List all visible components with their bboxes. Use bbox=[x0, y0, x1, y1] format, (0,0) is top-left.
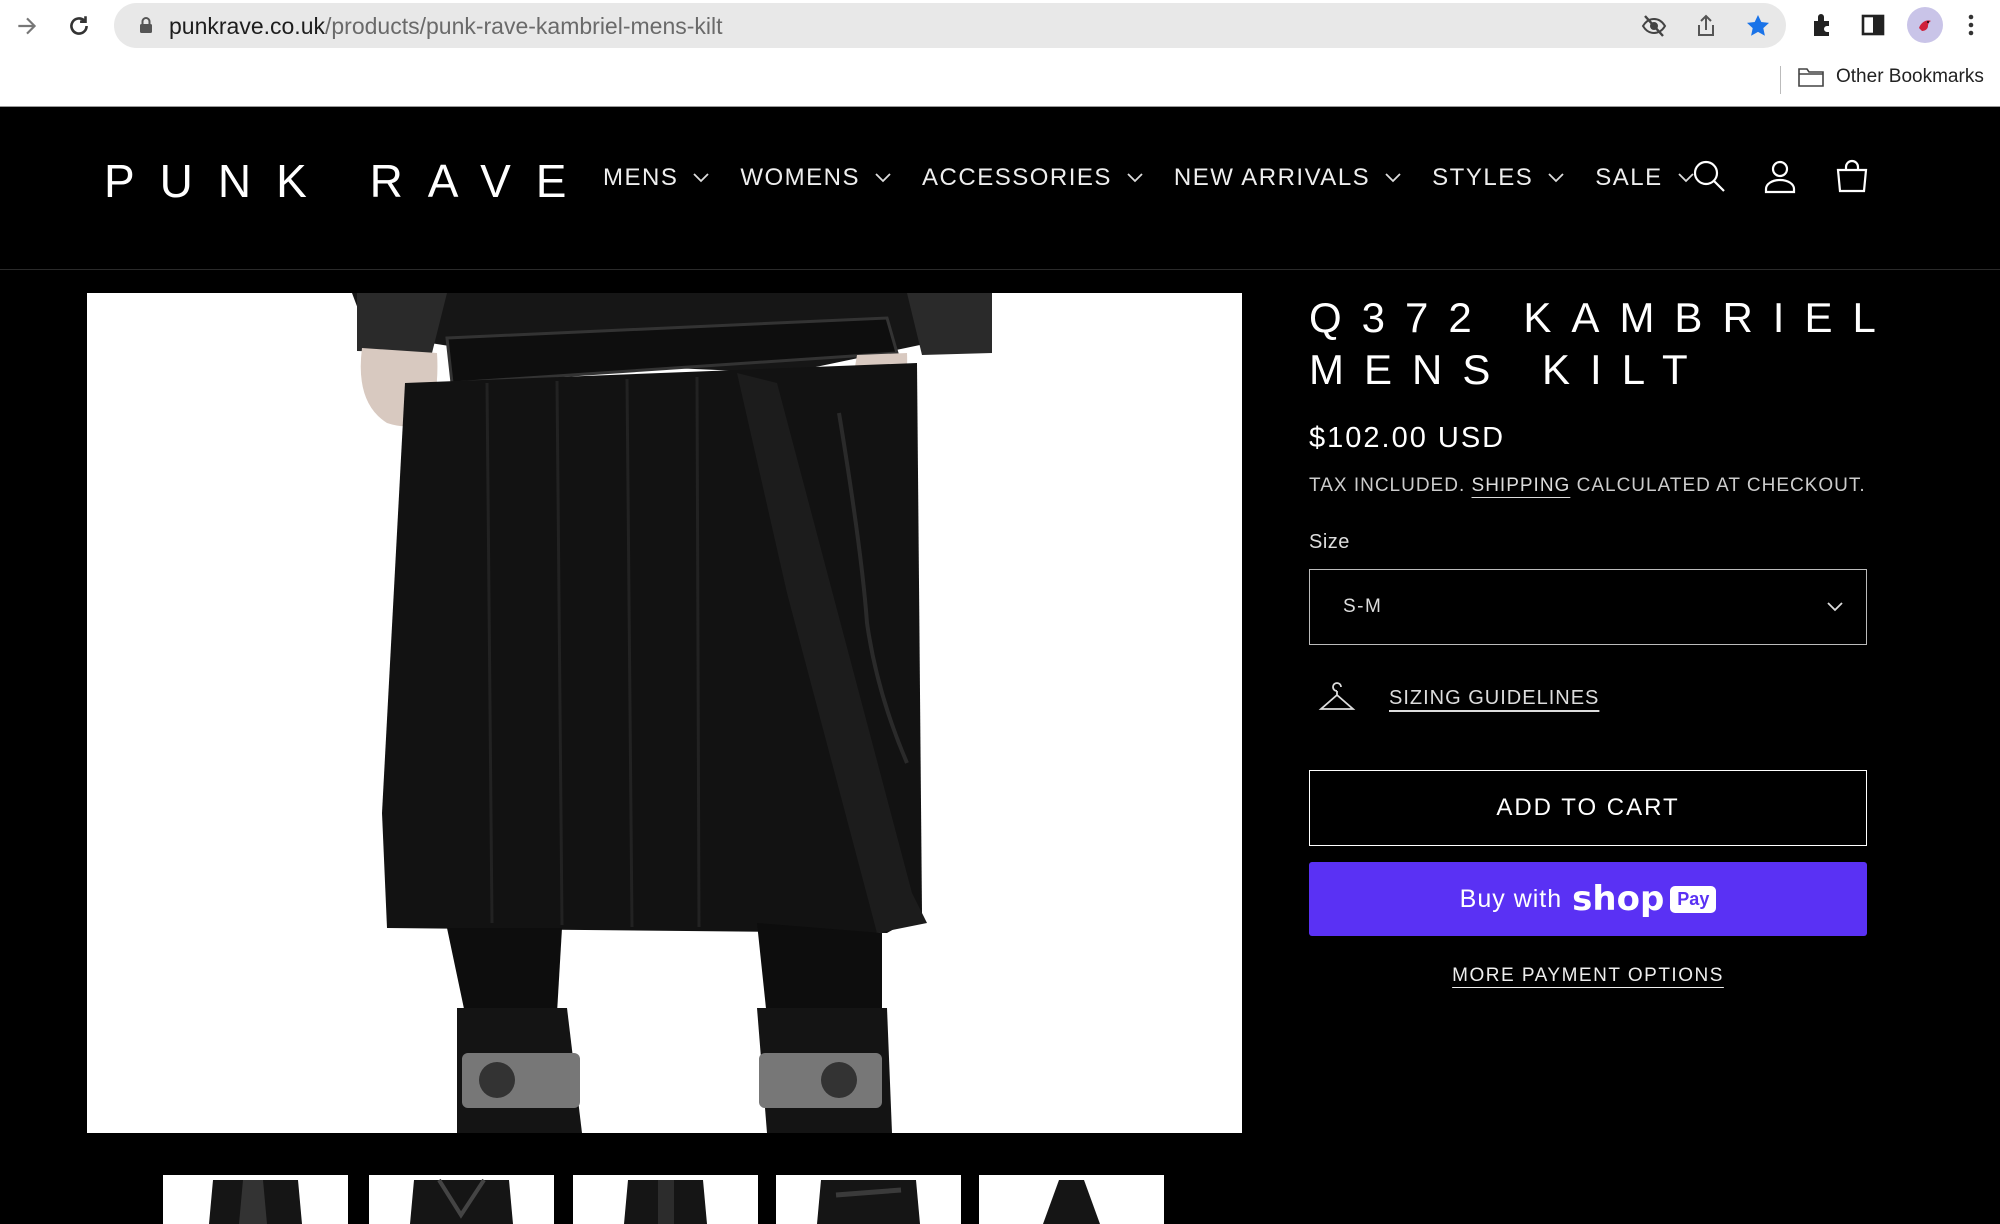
more-payment-options-link[interactable]: MORE PAYMENT OPTIONS bbox=[1309, 965, 1867, 987]
product-thumbnail[interactable] bbox=[979, 1175, 1164, 1224]
size-select[interactable]: S-M bbox=[1309, 569, 1867, 645]
bookmark-star-icon[interactable] bbox=[1744, 12, 1772, 40]
url-host: punkrave.co.uk bbox=[169, 13, 325, 39]
lock-icon bbox=[140, 17, 152, 33]
chevron-down-icon bbox=[1385, 173, 1401, 183]
extensions-icon[interactable] bbox=[1808, 10, 1838, 40]
chrome-divider bbox=[0, 106, 2000, 107]
kilt-product-photo bbox=[87, 293, 1242, 1133]
arrow-right-icon bbox=[18, 17, 37, 35]
nav-item-styles[interactable]: STYLES bbox=[1432, 164, 1565, 192]
profile-avatar[interactable] bbox=[1907, 7, 1943, 43]
forward-button[interactable] bbox=[10, 9, 44, 43]
nav-label: SALE bbox=[1595, 164, 1663, 191]
thumbnail-photo bbox=[776, 1175, 961, 1224]
product-thumbnail[interactable] bbox=[573, 1175, 758, 1224]
buy-with-label: Buy with bbox=[1459, 884, 1563, 913]
main-navigation: MENS WOMENS ACCESSORIES NEW ARRIVALS STY… bbox=[603, 164, 1725, 192]
url-path: /products/punk-rave-kambriel-mens-kilt bbox=[324, 13, 723, 39]
reload-icon bbox=[70, 16, 88, 35]
chevron-down-icon bbox=[875, 173, 891, 183]
nav-item-sale[interactable]: SALE bbox=[1595, 164, 1694, 192]
nav-label: NEW ARRIVALS bbox=[1173, 164, 1371, 191]
product-thumbnail[interactable] bbox=[369, 1175, 554, 1224]
nav-label: WOMENS bbox=[740, 164, 861, 191]
site-header: PUNK RAVE MENS WOMENS ACCESSORIES NEW AR… bbox=[0, 108, 2000, 270]
url-text[interactable]: punkrave.co.uk/products/punk-rave-kambri… bbox=[169, 13, 723, 40]
chevron-down-icon bbox=[693, 173, 709, 183]
folder-icon bbox=[1798, 68, 1824, 87]
nav-item-womens[interactable]: WOMENS bbox=[740, 164, 892, 192]
chevron-down-icon bbox=[1548, 173, 1564, 183]
side-panel-icon[interactable] bbox=[1858, 10, 1888, 40]
sizing-guidelines-link[interactable]: SIZING GUIDELINES bbox=[1318, 681, 1599, 715]
product-main-image[interactable] bbox=[87, 293, 1242, 1133]
thumbnail-photo bbox=[369, 1175, 554, 1224]
nav-item-accessories[interactable]: ACCESSORIES bbox=[922, 164, 1144, 192]
tax-prefix: TAX INCLUDED. bbox=[1309, 475, 1466, 496]
more-payment-label: MORE PAYMENT OPTIONS bbox=[1452, 965, 1724, 986]
shop-pay-button[interactable]: Buy with shop Pay bbox=[1309, 862, 1867, 936]
browser-chrome: punkrave.co.uk/products/punk-rave-kambri… bbox=[0, 0, 2000, 107]
account-icon[interactable] bbox=[1762, 158, 1798, 194]
menu-dots-icon[interactable] bbox=[1956, 10, 1986, 40]
share-icon[interactable] bbox=[1692, 12, 1720, 40]
nav-label: ACCESSORIES bbox=[922, 164, 1112, 191]
tax-note: TAX INCLUDED. SHIPPING CALCULATED AT CHE… bbox=[1309, 475, 1866, 497]
bird-icon bbox=[1919, 20, 1931, 31]
product-thumbnail[interactable] bbox=[776, 1175, 961, 1224]
size-label: Size bbox=[1309, 531, 1350, 553]
address-bar[interactable]: punkrave.co.uk/products/punk-rave-kambri… bbox=[114, 3, 1786, 48]
tax-suffix: CALCULATED AT CHECKOUT. bbox=[1576, 475, 1866, 496]
other-bookmarks[interactable]: Other Bookmarks bbox=[1798, 66, 1984, 88]
bookmarks-separator bbox=[1780, 66, 1781, 94]
thumbnail-photo bbox=[979, 1175, 1164, 1224]
site-logo[interactable]: PUNK RAVE bbox=[104, 154, 591, 208]
nav-label: STYLES bbox=[1432, 164, 1534, 191]
sizing-guidelines-label: SIZING GUIDELINES bbox=[1389, 686, 1600, 709]
nav-item-mens[interactable]: MENS bbox=[603, 164, 710, 192]
product-price: $102.00 USD bbox=[1309, 422, 1506, 454]
reload-button[interactable] bbox=[62, 9, 96, 43]
search-icon[interactable] bbox=[1691, 158, 1727, 194]
thumbnail-photo bbox=[573, 1175, 758, 1224]
shipping-link[interactable]: SHIPPING bbox=[1472, 475, 1571, 496]
chevron-down-icon bbox=[1127, 173, 1143, 183]
eye-slash-icon[interactable] bbox=[1640, 12, 1668, 40]
size-selected-value: S-M bbox=[1343, 596, 1383, 617]
nav-item-new-arrivals[interactable]: NEW ARRIVALS bbox=[1174, 164, 1402, 192]
product-thumbnail[interactable] bbox=[163, 1175, 348, 1224]
shop-logo: shop bbox=[1572, 879, 1665, 919]
add-to-cart-button[interactable]: ADD TO CART bbox=[1309, 770, 1867, 846]
other-bookmarks-label: Other Bookmarks bbox=[1836, 66, 1984, 87]
nav-label: MENS bbox=[603, 164, 679, 191]
chevron-down-icon bbox=[1827, 602, 1843, 612]
thumbnail-photo bbox=[163, 1175, 348, 1224]
pay-badge: Pay bbox=[1670, 885, 1717, 913]
hanger-icon bbox=[1318, 682, 1356, 710]
product-title: Q372 KAMBRIEL MENS KILT bbox=[1309, 294, 1895, 393]
cart-icon[interactable] bbox=[1834, 158, 1870, 194]
